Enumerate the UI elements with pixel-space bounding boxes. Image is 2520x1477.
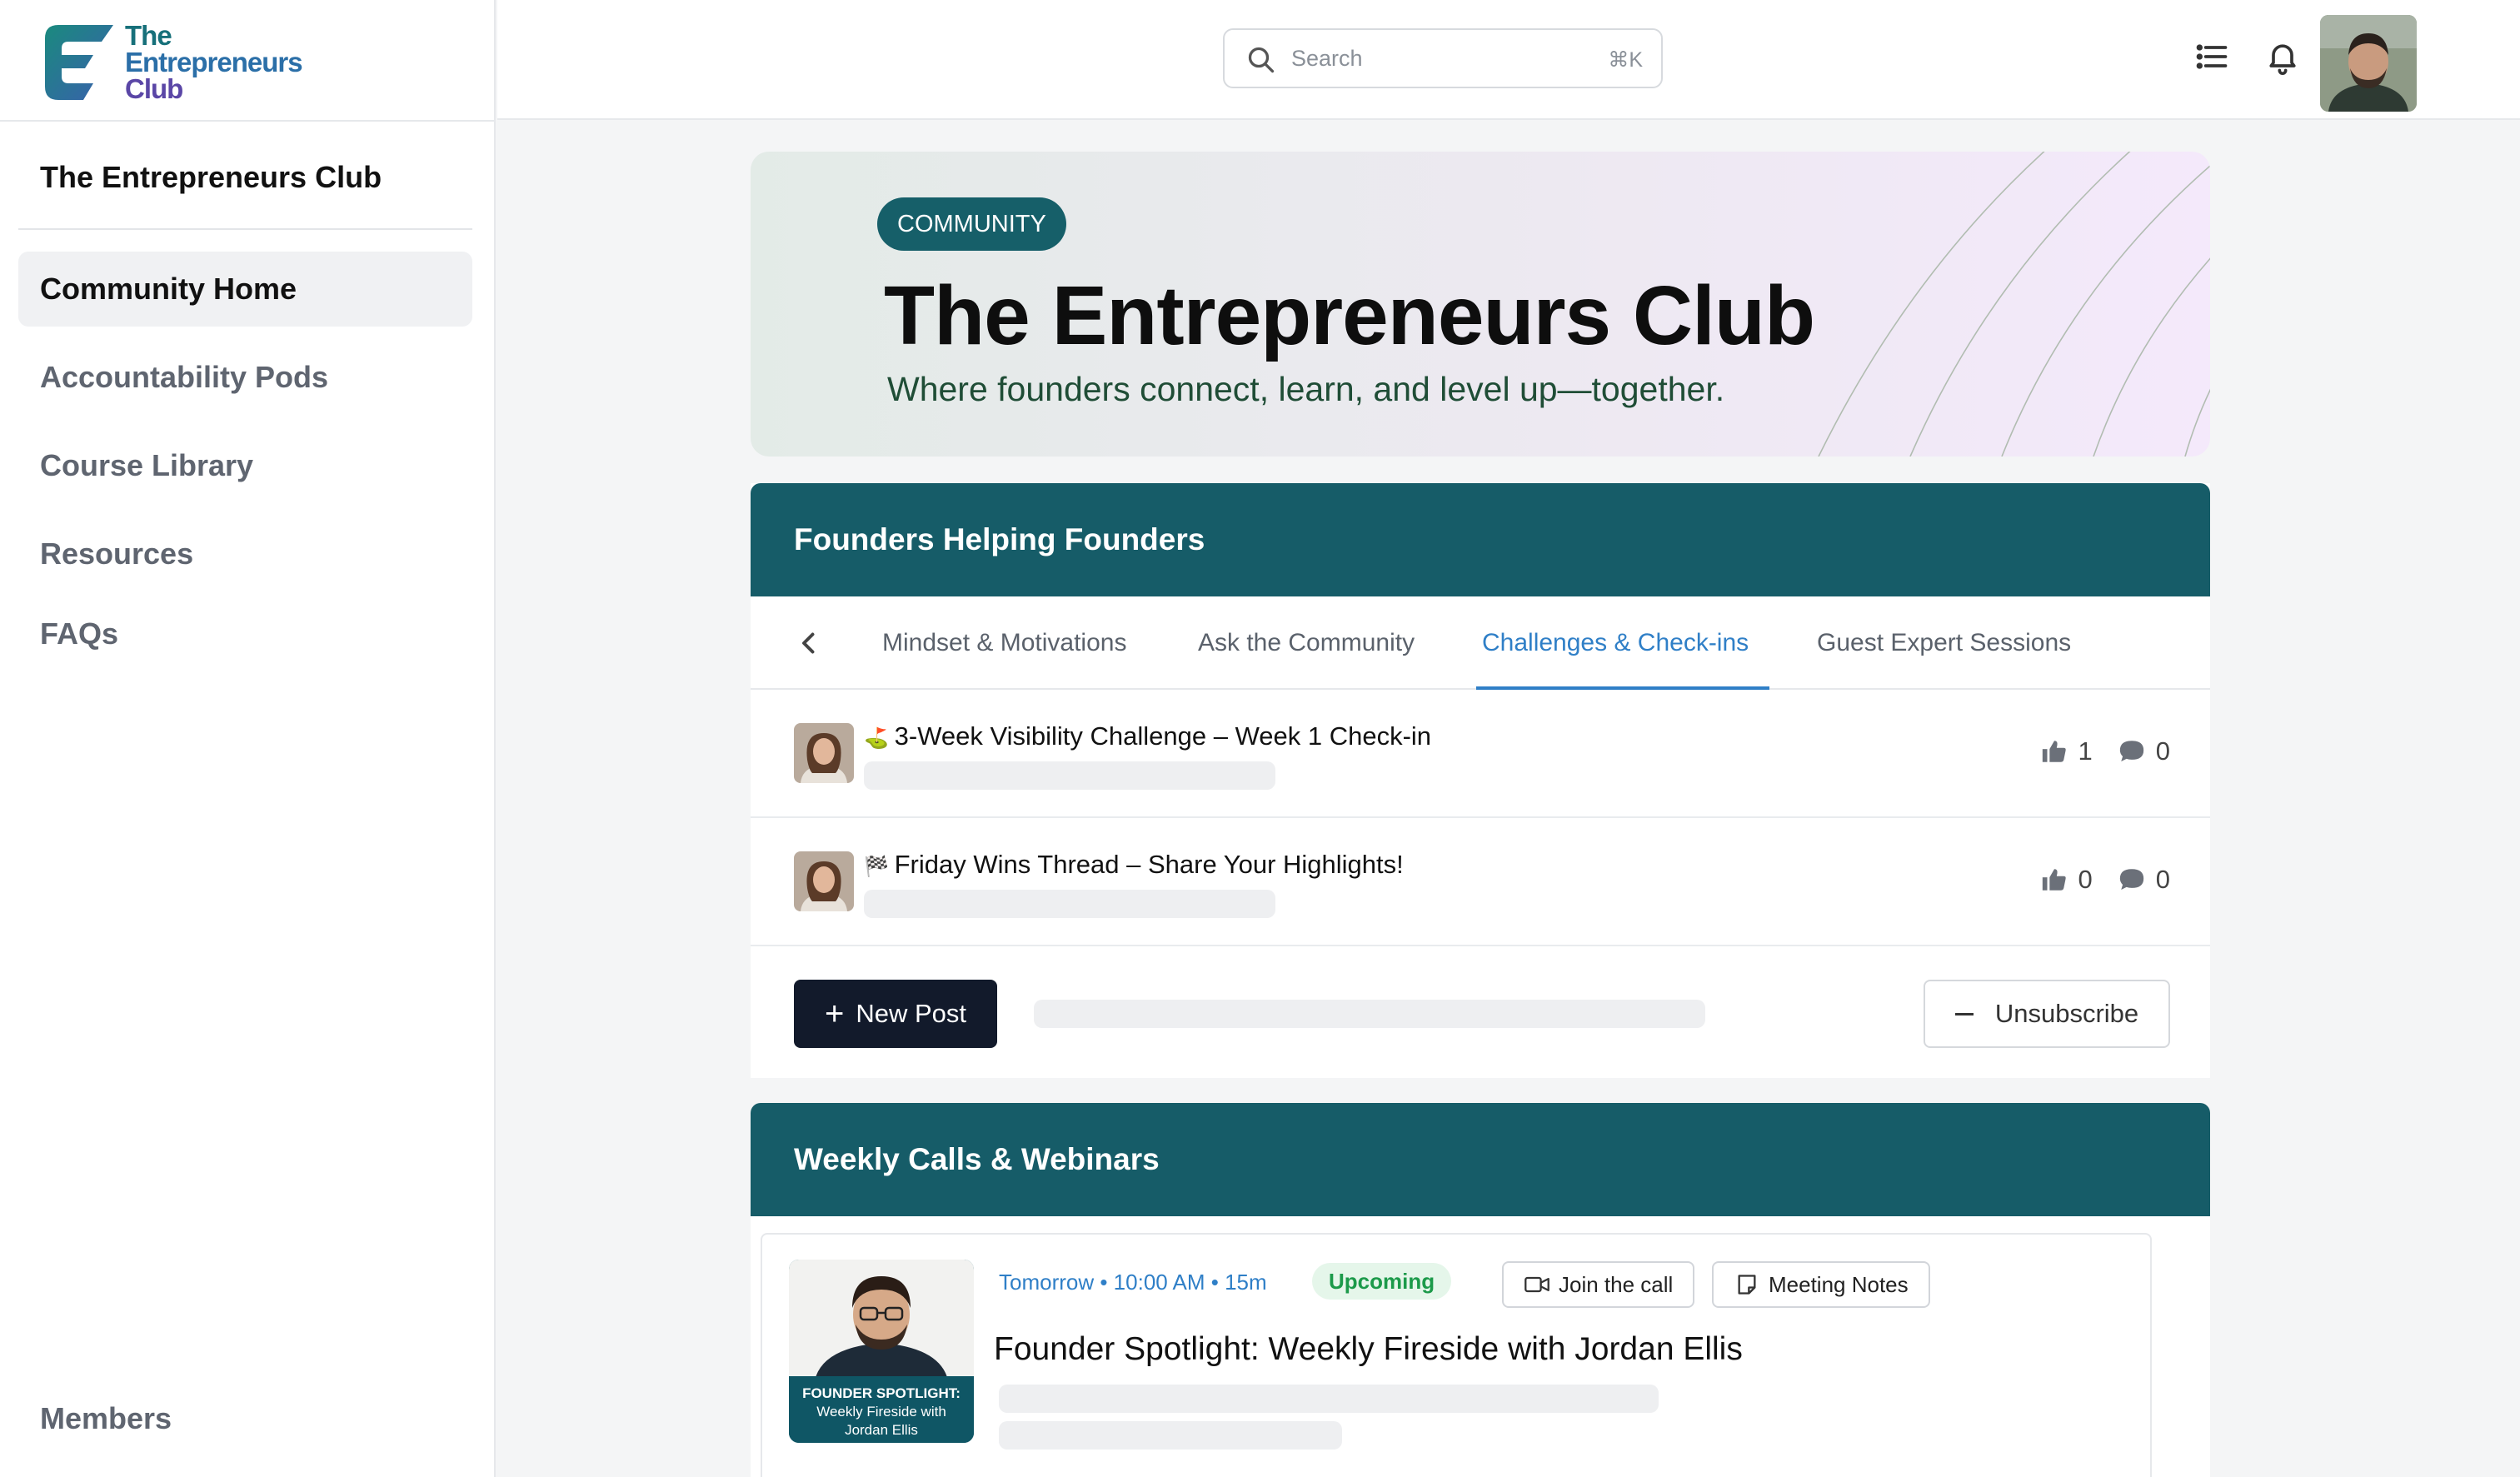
post-stats: 1 0 [2015,736,2170,766]
tab-mindset-motivations[interactable]: Mindset & Motivations [882,596,1126,690]
author-avatar-icon [794,723,854,783]
author-avatar [794,723,854,783]
post-emoji: ⛳ [864,727,889,750]
community-hero-banner: COMMUNITY The Entrepreneurs Club Where f… [751,152,2210,457]
sidebar-nav: Community Home Accountability Pods Cours… [18,252,472,685]
sidebar-item-community-home[interactable]: Community Home [18,252,472,327]
search-icon [1248,47,1275,73]
unsubscribe-label: Unsubscribe [1994,999,2139,1028]
call-description-placeholder [999,1385,1659,1413]
call-thumbnail[interactable]: FOUNDER SPOTLIGHT: Weekly Fireside with … [789,1260,974,1443]
logo-mark-icon [45,25,113,100]
call-item[interactable]: FOUNDER SPOTLIGHT: Weekly Fireside with … [761,1233,2152,1477]
like-count: 1 [2078,736,2093,766]
list-icon[interactable] [2193,38,2230,75]
post-preview-placeholder [864,890,1275,918]
post-row[interactable]: 🏁 Friday Wins Thread – Share Your Highli… [751,818,2210,946]
join-call-label: Join the call [1559,1271,1674,1297]
like-count: 0 [2078,865,2093,894]
logo-line-2: Entrepreneurs [125,47,303,77]
thumbnail-caption-line-3: Jordan Ellis [845,1422,918,1438]
community-badge: COMMUNITY [877,197,1066,251]
tab-challenges-check-ins[interactable]: Challenges & Check-ins [1482,596,1749,690]
thumbnail-caption-line-1: FOUNDER SPOTLIGHT: [802,1385,961,1401]
forum-tabs: Mindset & Motivations Ask the Community … [751,596,2210,690]
post-stats: 0 0 [2015,865,2170,895]
host-portrait-icon [789,1260,974,1385]
brand-logo[interactable]: The Entrepreneurs Club [43,20,303,104]
user-avatar-icon [2320,15,2417,112]
tab-ask-the-community[interactable]: Ask the Community [1198,596,1415,690]
forum-heading: Founders Helping Founders [751,483,2210,596]
status-badge: Upcoming [1312,1263,1452,1300]
like-stat[interactable]: 0 [2040,865,2093,895]
forum-actions: + New Post Unsubscribe [751,946,2210,1085]
sidebar-item-course-library[interactable]: Course Library [18,428,472,503]
sidebar-divider [18,228,472,230]
meeting-notes-button[interactable]: Meeting Notes [1712,1261,1930,1308]
post-preview-placeholder [864,761,1275,790]
calls-heading: Weekly Calls & Webinars [751,1103,2210,1216]
search-input[interactable] [1291,30,1558,87]
forum-card: Founders Helping Founders Mindset & Moti… [751,483,2210,1078]
plus-icon: + [824,995,845,1032]
author-avatar [794,851,854,911]
sidebar-item-resources[interactable]: Resources [18,516,472,591]
thumbnail-caption: FOUNDER SPOTLIGHT: Weekly Fireside with … [789,1376,974,1443]
logo-line-3: Club [125,73,183,104]
search-shortcut-hint: ⌘K [1608,48,1643,72]
meeting-notes-label: Meeting Notes [1769,1271,1909,1297]
page-subtitle: Where founders connect, learn, and level… [887,370,1725,408]
comment-count: 0 [2155,736,2170,766]
sidebar-item-members[interactable]: Members [40,1401,172,1436]
bell-icon[interactable] [2264,38,2301,75]
sidebar-item-faqs[interactable]: FAQs [18,596,472,671]
calls-card: Weekly Calls & Webinars FOUNDER SPOTLIGH… [751,1103,2210,1477]
community-name: The Entrepreneurs Club [40,160,382,194]
post-title[interactable]: ⛳ 3-Week Visibility Challenge – Week 1 C… [864,721,1431,751]
like-stat[interactable]: 1 [2040,736,2093,766]
sidebar: The Entrepreneurs Club The Entrepreneurs… [0,0,496,1477]
call-title[interactable]: Founder Spotlight: Weekly Fireside with … [994,1331,1743,1368]
topbar: ⌘K [497,0,2520,120]
call-description-placeholder [999,1421,1342,1450]
comment-icon [2119,741,2143,762]
logo-wordmark: The Entrepreneurs Club [125,20,303,104]
loading-placeholder [1034,1000,1705,1028]
search-box[interactable]: ⌘K [1223,28,1663,88]
minus-icon [1954,1012,1974,1015]
post-title-text: Friday Wins Thread – Share Your Highligh… [894,850,1404,879]
new-post-button[interactable]: + New Post [794,980,997,1048]
join-call-button[interactable]: Join the call [1502,1261,1695,1308]
comment-stat[interactable]: 0 [2118,865,2170,895]
unsubscribe-button[interactable]: Unsubscribe [1924,980,2170,1048]
notes-icon [1738,1275,1756,1295]
user-avatar[interactable] [2320,15,2417,112]
call-schedule: Tomorrow • 10:00 AM • 15m [999,1270,1267,1295]
post-emoji: 🏁 [864,856,889,878]
logo-line-1: The [125,20,172,51]
thumbs-up-icon [2042,869,2066,891]
post-title-text: 3-Week Visibility Challenge – Week 1 Che… [894,721,1432,751]
new-post-label: New Post [856,999,967,1028]
post-row[interactable]: ⛳ 3-Week Visibility Challenge – Week 1 C… [751,690,2210,818]
page-title: The Entrepreneurs Club [884,269,1815,362]
sidebar-header-divider [0,120,496,122]
video-camera-icon [1524,1276,1549,1293]
thumbs-up-icon [2042,741,2066,762]
author-avatar-icon [794,851,854,911]
post-title[interactable]: 🏁 Friday Wins Thread – Share Your Highli… [864,850,1404,880]
sidebar-item-accountability-pods[interactable]: Accountability Pods [18,340,472,415]
tab-guest-expert-sessions[interactable]: Guest Expert Sessions [1817,596,2071,690]
thumbnail-caption-line-2: Weekly Fireside with [816,1404,946,1420]
comment-stat[interactable]: 0 [2118,736,2170,766]
comment-count: 0 [2155,865,2170,894]
chevron-left-icon[interactable] [794,626,824,660]
comment-icon [2119,869,2143,891]
